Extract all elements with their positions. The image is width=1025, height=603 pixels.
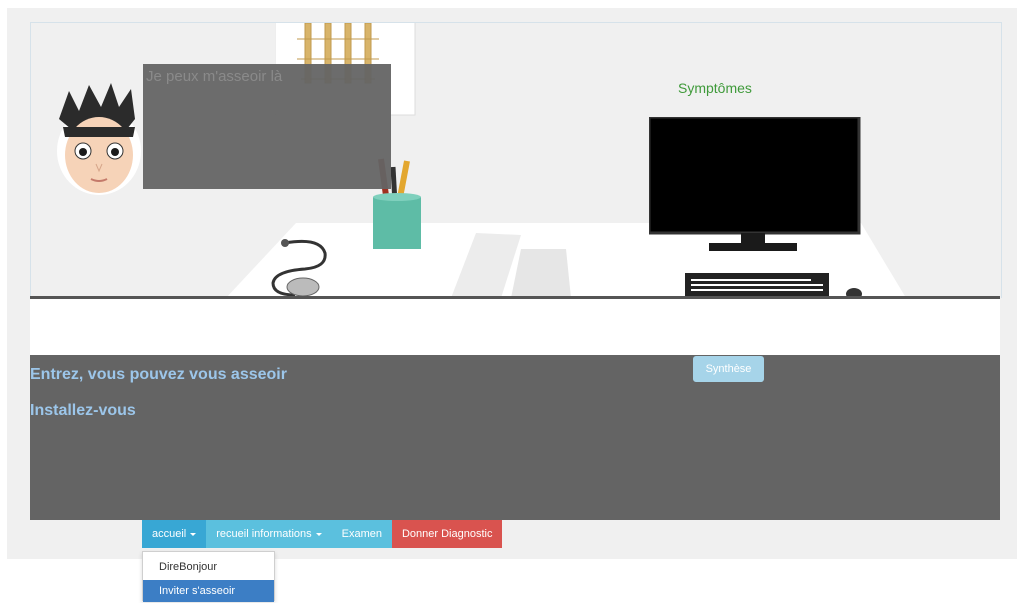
symptoms-label: Symptômes [678, 80, 752, 96]
dialog-line: Entrez, vous pouvez vous asseoir [30, 366, 287, 383]
stethoscope [271, 239, 327, 297]
accueil-dropdown-menu: DireBonjour Inviter s'asseoir [142, 551, 275, 602]
keyboard [685, 273, 829, 298]
bubble-text: Je peux m'asseoir là [146, 68, 283, 85]
accueil-label: accueil [152, 528, 187, 540]
chevron-down-icon [315, 532, 322, 536]
menu-item-inviter-asseoir[interactable]: Inviter s'asseoir [143, 580, 274, 602]
menu-item-direbonjour[interactable]: DireBonjour [143, 556, 274, 578]
donner-diagnostic-button[interactable]: Donner Diagnostic [391, 520, 503, 548]
speech-bubble: Je peux m'asseoir là [143, 64, 391, 189]
examen-button[interactable]: Examen [331, 520, 392, 548]
action-navbar: accueil recueil informations Examen Donn… [142, 520, 503, 548]
desk-front [30, 299, 1000, 355]
dialog-line: Installez-vous [30, 402, 136, 419]
recueil-informations-label: recueil informations [216, 528, 312, 540]
dialog-panel: Entrez, vous pouvez vous asseoir Install… [30, 355, 1000, 520]
chevron-down-icon [190, 532, 197, 536]
monitor [649, 117, 861, 251]
recueil-informations-dropdown-button[interactable]: recueil informations [206, 520, 332, 548]
synthese-button[interactable]: Synthèse [693, 356, 764, 382]
avatar [57, 83, 141, 195]
accueil-dropdown-button[interactable]: accueil [142, 520, 207, 548]
